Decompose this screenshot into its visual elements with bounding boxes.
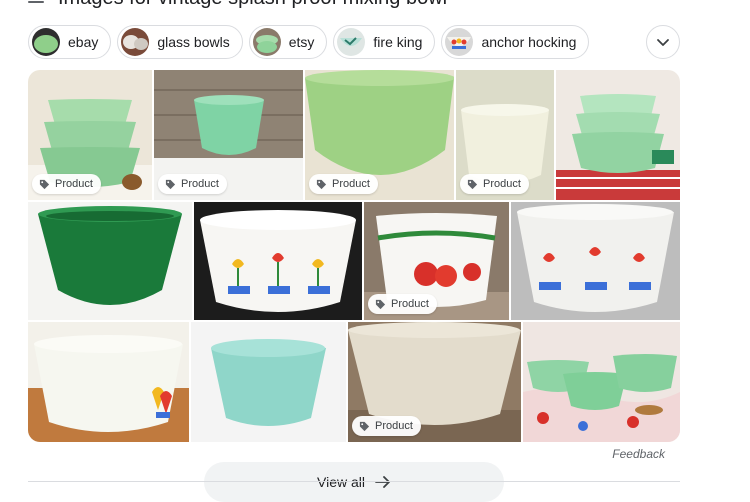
product-badge-label: Product	[181, 178, 219, 190]
image-result[interactable]: Product	[456, 70, 554, 200]
image-result[interactable]: Product	[154, 70, 303, 200]
section-divider	[28, 481, 680, 482]
bowl-image	[523, 322, 680, 442]
chip-anchor-hocking[interactable]: anchor hocking	[441, 25, 590, 59]
product-badge-label: Product	[375, 420, 413, 432]
product-badge-label: Product	[483, 178, 521, 190]
arrow-right-icon	[375, 476, 390, 488]
image-result[interactable]	[28, 322, 189, 442]
product-badge-label: Product	[391, 298, 429, 310]
product-badge: Product	[460, 174, 529, 194]
image-result[interactable]: Product	[364, 202, 509, 320]
bowl-image	[191, 322, 346, 442]
image-result[interactable]	[191, 322, 346, 442]
bowl-image	[511, 202, 680, 320]
tag-icon	[375, 299, 386, 309]
image-result[interactable]: Product	[28, 70, 152, 200]
bowl-image	[28, 322, 189, 442]
chip-thumbnail	[445, 28, 474, 56]
chip-thumbnail	[337, 28, 366, 56]
product-badge: Product	[368, 294, 437, 314]
chevron-down-icon	[657, 39, 669, 46]
view-all-label: View all	[317, 474, 365, 490]
tag-icon	[359, 421, 370, 431]
tag-icon	[316, 179, 327, 189]
bowl-image	[28, 202, 192, 320]
image-result[interactable]	[523, 322, 680, 442]
image-result[interactable]	[194, 202, 362, 320]
image-result[interactable]: Product	[305, 70, 454, 200]
view-all-button[interactable]: View all	[204, 462, 504, 502]
chip-fire-king[interactable]: fire king	[333, 25, 436, 59]
chip-label: fire king	[373, 34, 423, 50]
bowl-image	[556, 70, 680, 200]
image-result[interactable]	[28, 202, 192, 320]
tag-icon	[467, 179, 478, 189]
chip-label: anchor hocking	[481, 34, 577, 50]
chip-label: ebay	[68, 34, 99, 50]
product-badge: Product	[309, 174, 378, 194]
bowl-image	[194, 202, 362, 320]
product-badge: Product	[352, 416, 421, 436]
product-badge-label: Product	[332, 178, 370, 190]
images-section-title: Images for vintage splash proof mixing b…	[58, 0, 447, 10]
more-chips-button[interactable]	[646, 25, 680, 59]
chip-label: glass bowls	[157, 34, 230, 50]
feedback-link[interactable]: Feedback	[612, 447, 665, 461]
tag-icon	[39, 179, 50, 189]
image-result[interactable]	[556, 70, 680, 200]
chip-thumbnail	[121, 28, 150, 56]
results-header: Images for vintage splash proof mixing b…	[28, 0, 447, 10]
chip-thumbnail	[32, 28, 60, 56]
chip-label: etsy	[288, 34, 315, 50]
product-badge-label: Product	[55, 178, 93, 190]
product-badge: Product	[158, 174, 227, 194]
chip-etsy[interactable]: etsy	[248, 25, 328, 59]
image-grid: Product Product Product Product Product …	[28, 70, 680, 442]
image-result[interactable]: Product	[348, 322, 521, 442]
chip-ebay[interactable]: ebay	[28, 25, 112, 59]
related-search-chips: ebay glass bowls etsy fire king anchor h…	[28, 25, 590, 59]
tag-icon	[165, 179, 176, 189]
chip-thumbnail	[252, 28, 281, 56]
menu-icon[interactable]	[28, 0, 44, 3]
image-result[interactable]	[511, 202, 680, 320]
product-badge: Product	[32, 174, 101, 194]
chip-glass-bowls[interactable]: glass bowls	[117, 25, 243, 59]
